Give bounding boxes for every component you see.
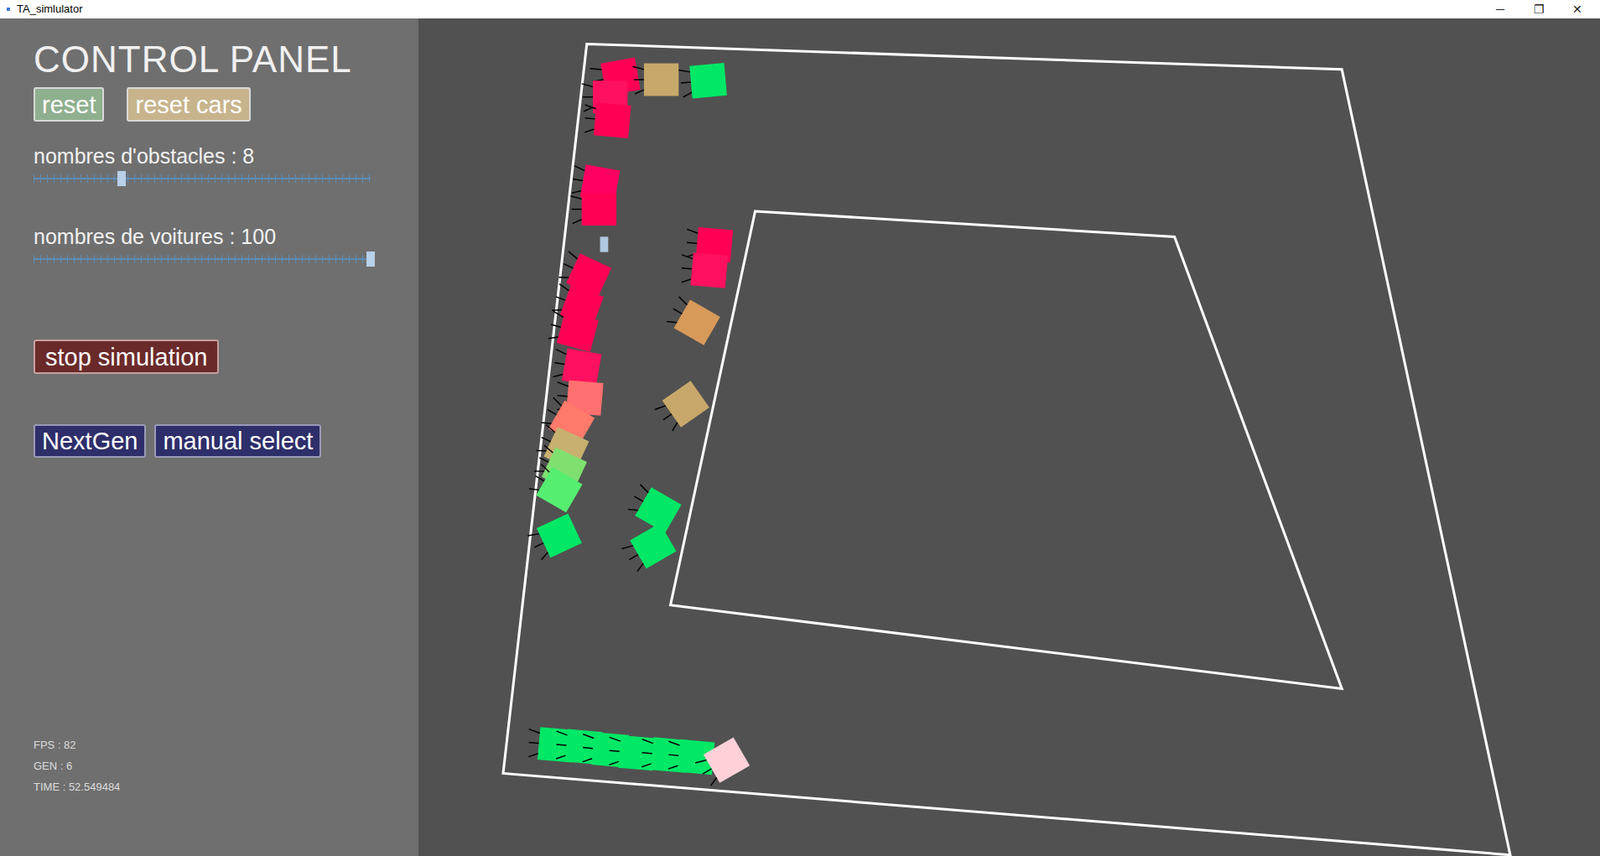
car [633,63,680,97]
panel-button[interactable]: reset [33,87,104,122]
action-button[interactable]: NextGen [33,424,146,458]
car [526,514,582,563]
car [678,62,728,100]
slider-handle[interactable] [366,251,375,267]
stat-line: FPS : 82 [33,734,419,756]
car [693,737,750,789]
title-bar: TA_simlulator ─❐✕ [0,0,1600,19]
stop-simulation-button[interactable]: stop simulation [33,339,219,375]
window-control[interactable]: ✕ [1558,0,1597,19]
car [526,461,583,513]
slider-track[interactable] [33,171,371,186]
slider: nombres de voitures : 100 [33,223,419,266]
slider-label: nombres de voitures : 100 [33,223,419,250]
stat-line: TIME : 52.549484 [33,776,419,798]
window-control[interactable]: ─ [1480,0,1520,19]
car [570,192,617,226]
app-icon [6,7,11,11]
track-outer [503,43,1511,855]
car [653,380,710,434]
car [550,346,603,387]
panel-button[interactable]: reset cars [126,87,250,122]
slider: nombres d'obstacles : 8 [33,143,419,186]
car [607,734,656,772]
car [582,101,632,139]
slider-track[interactable] [33,252,371,266]
window-title: TA_simlulator [16,0,84,18]
obstacle [600,236,609,252]
control-panel: CONTROL PANEL reset reset cars nombres d'ob… [0,18,419,856]
action-button[interactable]: manual select [154,424,322,458]
panel-title: CONTROL PANEL [33,40,419,79]
car [664,294,721,346]
window-control[interactable]: ❐ [1519,0,1559,19]
car [620,523,677,575]
slider-label: nombres d'obstacles : 8 [33,143,419,169]
simulation-canvas [418,18,1600,856]
car [545,308,599,353]
car [625,482,682,534]
track-inner [670,211,1343,689]
slider-handle[interactable] [117,171,126,187]
stat-line: GEN : 6 [33,755,419,777]
car [679,251,728,289]
